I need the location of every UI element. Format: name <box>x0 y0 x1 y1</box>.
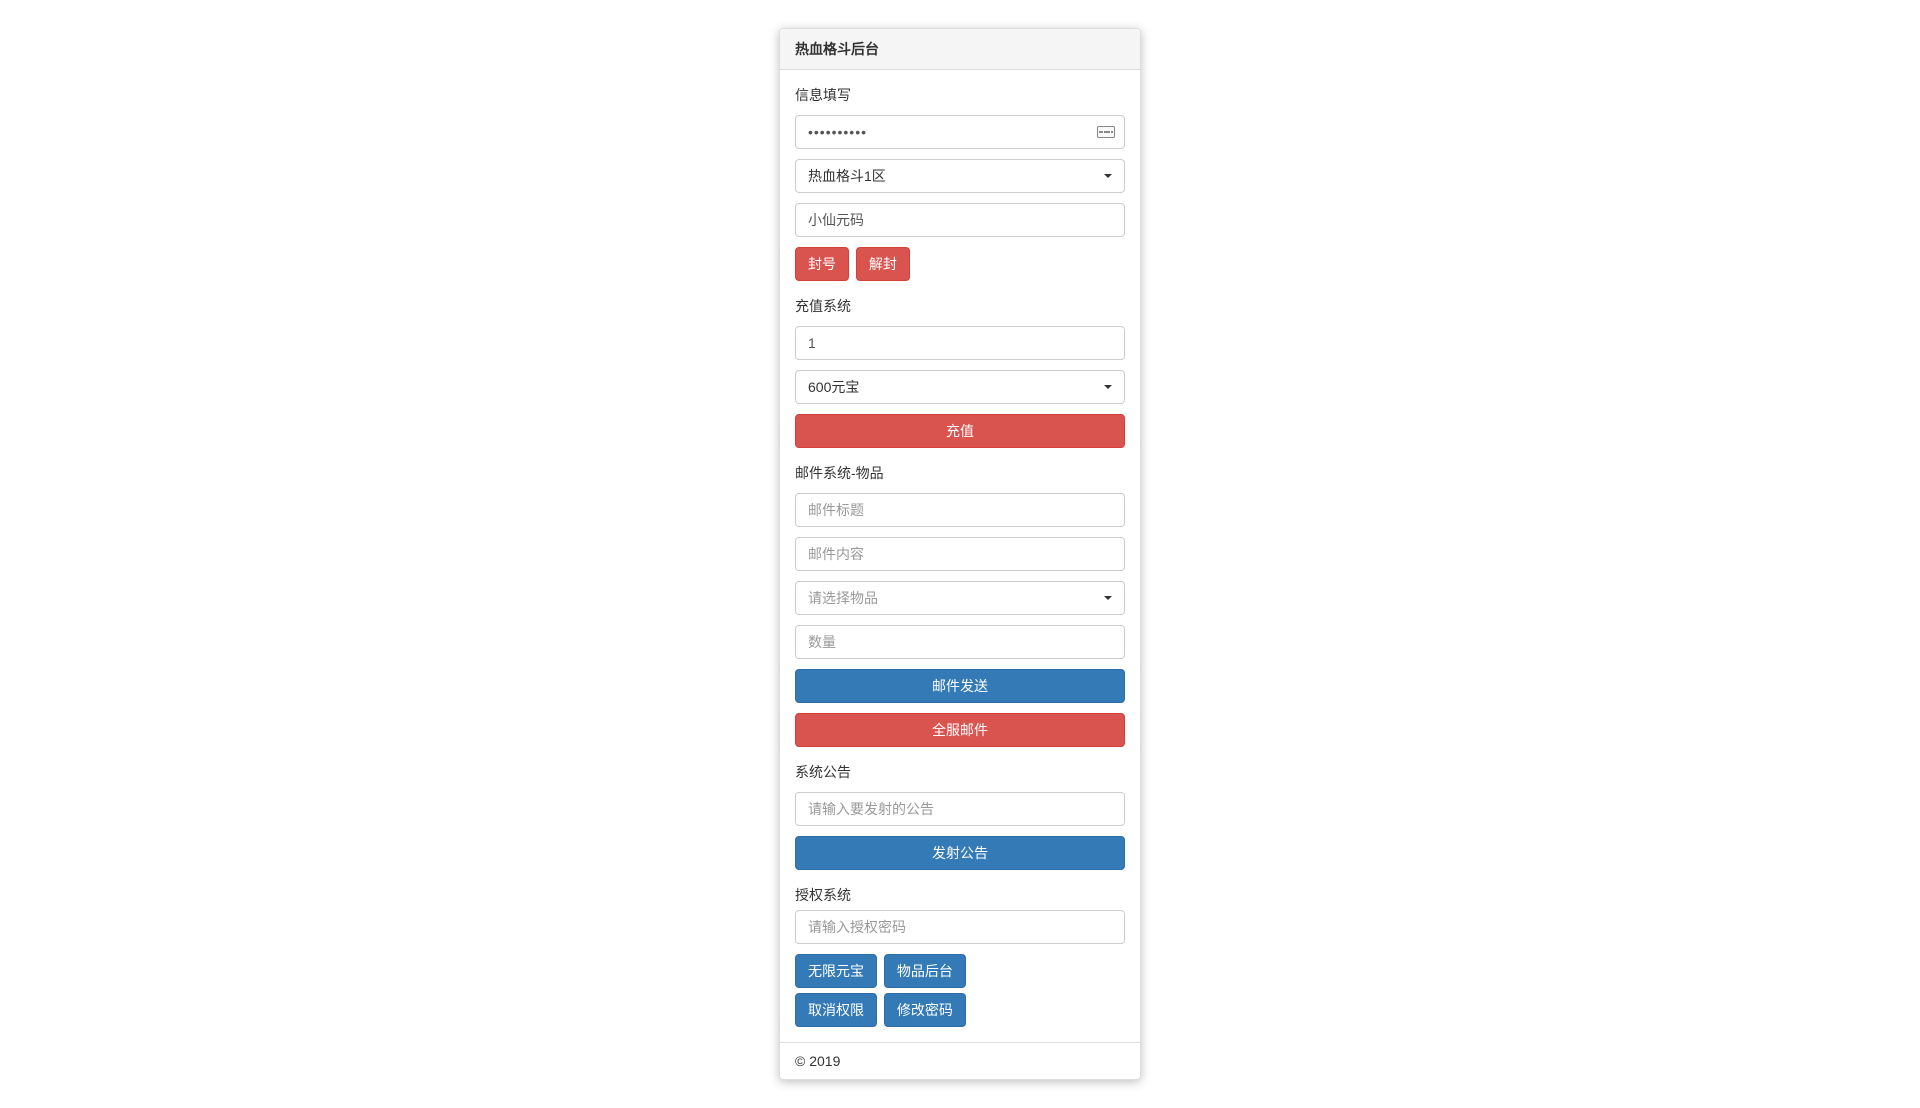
panel-title: 热血格斗后台 <box>795 39 1125 59</box>
unlimited-gold-button[interactable]: 无限元宝 <box>795 954 877 988</box>
server-select-value: 热血格斗1区 <box>808 168 886 184</box>
announce-button[interactable]: 发射公告 <box>795 836 1125 870</box>
chevron-down-icon <box>1104 596 1112 600</box>
admin-panel: 热血格斗后台 信息填写 热血格斗1区 封号 解封 <box>779 28 1141 1080</box>
section-info: 信息填写 热血格斗1区 封号 解封 <box>795 85 1125 281</box>
cancel-perm-button[interactable]: 取消权限 <box>795 993 877 1027</box>
auth-password-input[interactable] <box>795 910 1125 944</box>
auth-row-2: 取消权限 修改密码 <box>795 993 1125 1027</box>
panel-footer: © 2019 <box>780 1042 1140 1079</box>
panel-header: 热血格斗后台 <box>780 29 1140 70</box>
player-input[interactable] <box>795 203 1125 237</box>
password-input[interactable] <box>795 115 1125 149</box>
section-recharge: 充值系统 600元宝 充值 <box>795 296 1125 448</box>
section-announce: 系统公告 发射公告 <box>795 762 1125 870</box>
item-backend-button[interactable]: 物品后台 <box>884 954 966 988</box>
chevron-down-icon <box>1104 174 1112 178</box>
mail-qty-input[interactable] <box>795 625 1125 659</box>
auth-label: 授权系统 <box>795 885 1125 905</box>
section-auth: 授权系统 无限元宝 物品后台 取消权限 修改密码 <box>795 885 1125 1027</box>
recharge-package-value: 600元宝 <box>808 379 859 395</box>
panel-body: 信息填写 热血格斗1区 封号 解封 充值系统 <box>780 70 1140 1042</box>
recharge-amount-input[interactable] <box>795 326 1125 360</box>
mail-send-button[interactable]: 邮件发送 <box>795 669 1125 703</box>
mail-allserver-button[interactable]: 全服邮件 <box>795 713 1125 747</box>
info-label: 信息填写 <box>795 85 1125 105</box>
server-select-toggle[interactable]: 热血格斗1区 <box>795 159 1125 193</box>
mail-item-select[interactable]: 请选择物品 <box>795 581 1125 615</box>
mail-content-input[interactable] <box>795 537 1125 571</box>
ban-buttons: 封号 解封 <box>795 247 1125 281</box>
copyright-text: © 2019 <box>795 1053 840 1069</box>
chevron-down-icon <box>1104 385 1112 389</box>
recharge-button[interactable]: 充值 <box>795 414 1125 448</box>
server-select[interactable]: 热血格斗1区 <box>795 159 1125 193</box>
announce-input[interactable] <box>795 792 1125 826</box>
auth-row-1: 无限元宝 物品后台 <box>795 954 1125 988</box>
mail-item-value: 请选择物品 <box>808 590 878 606</box>
recharge-package-select[interactable]: 600元宝 <box>795 370 1125 404</box>
mail-item-toggle[interactable]: 请选择物品 <box>795 581 1125 615</box>
mail-label: 邮件系统-物品 <box>795 463 1125 483</box>
unban-button[interactable]: 解封 <box>856 247 910 281</box>
mail-title-input[interactable] <box>795 493 1125 527</box>
change-pwd-button[interactable]: 修改密码 <box>884 993 966 1027</box>
ban-button[interactable]: 封号 <box>795 247 849 281</box>
recharge-package-toggle[interactable]: 600元宝 <box>795 370 1125 404</box>
recharge-label: 充值系统 <box>795 296 1125 316</box>
announce-label: 系统公告 <box>795 762 1125 782</box>
password-wrap <box>795 115 1125 149</box>
section-mail: 邮件系统-物品 请选择物品 邮件发送 全服邮件 <box>795 463 1125 747</box>
